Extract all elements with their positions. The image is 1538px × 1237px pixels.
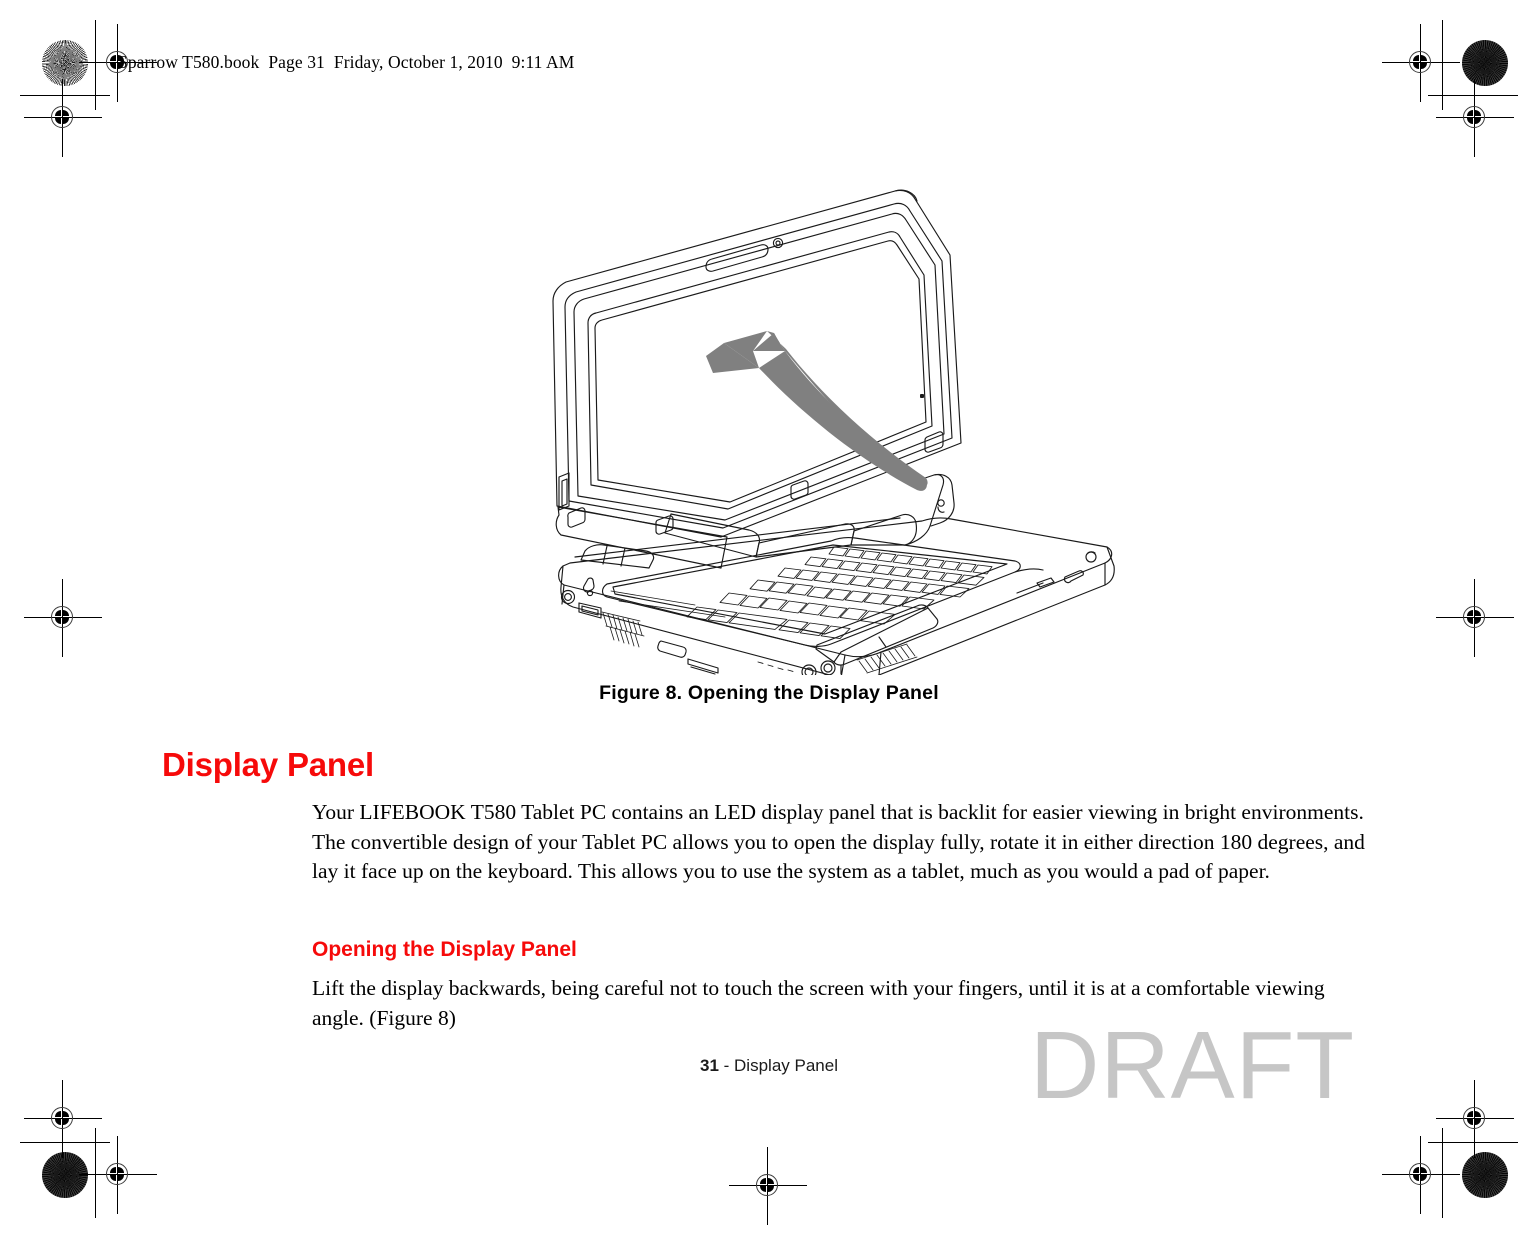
rosette-mark-bottom-left	[42, 1152, 88, 1198]
figure-laptop-illustration	[545, 185, 1145, 675]
registration-mark-middle-left	[24, 579, 102, 657]
registration-mark-upper-left-inner	[24, 79, 102, 157]
registration-mark-bottom-left	[79, 1136, 157, 1214]
footer-page-number: 31	[700, 1056, 719, 1075]
figure-caption: Figure 8. Opening the Display Panel	[599, 682, 939, 704]
registration-mark-upper-right-inner	[1436, 79, 1514, 157]
paragraph-intro: Your LIFEBOOK T580 Tablet PC contains an…	[312, 800, 1365, 883]
book-header-line: Sparrow T580.book Page 31 Friday, Octobe…	[118, 52, 575, 72]
footer-page-label: - Display Panel	[718, 1056, 838, 1075]
registration-mark-middle-right	[1436, 579, 1514, 657]
registration-mark-bottom-center	[729, 1147, 807, 1225]
rosette-mark-bottom-right	[1462, 1152, 1508, 1198]
trim-line-bottom-right	[1428, 1142, 1518, 1143]
laptop-line-art	[552, 189, 1115, 675]
registration-mark-lower-right-inner	[1436, 1080, 1514, 1158]
registration-mark-top-right	[1382, 24, 1460, 102]
registration-mark-lower-left-inner	[24, 1080, 102, 1158]
subheading-opening-the-display-panel: Opening the Display Panel	[312, 938, 577, 961]
trim-line-bottom-left	[20, 1142, 110, 1143]
registration-mark-bottom-right	[1382, 1136, 1460, 1214]
rosette-mark-top-right	[1462, 40, 1508, 86]
document-page: Sparrow T580.book Page 31 Friday, Octobe…	[0, 0, 1538, 1237]
page-title-display-panel: Display Panel	[162, 746, 374, 783]
draft-watermark: DRAFT	[1030, 1012, 1355, 1119]
rosette-mark-top-left	[42, 40, 88, 86]
